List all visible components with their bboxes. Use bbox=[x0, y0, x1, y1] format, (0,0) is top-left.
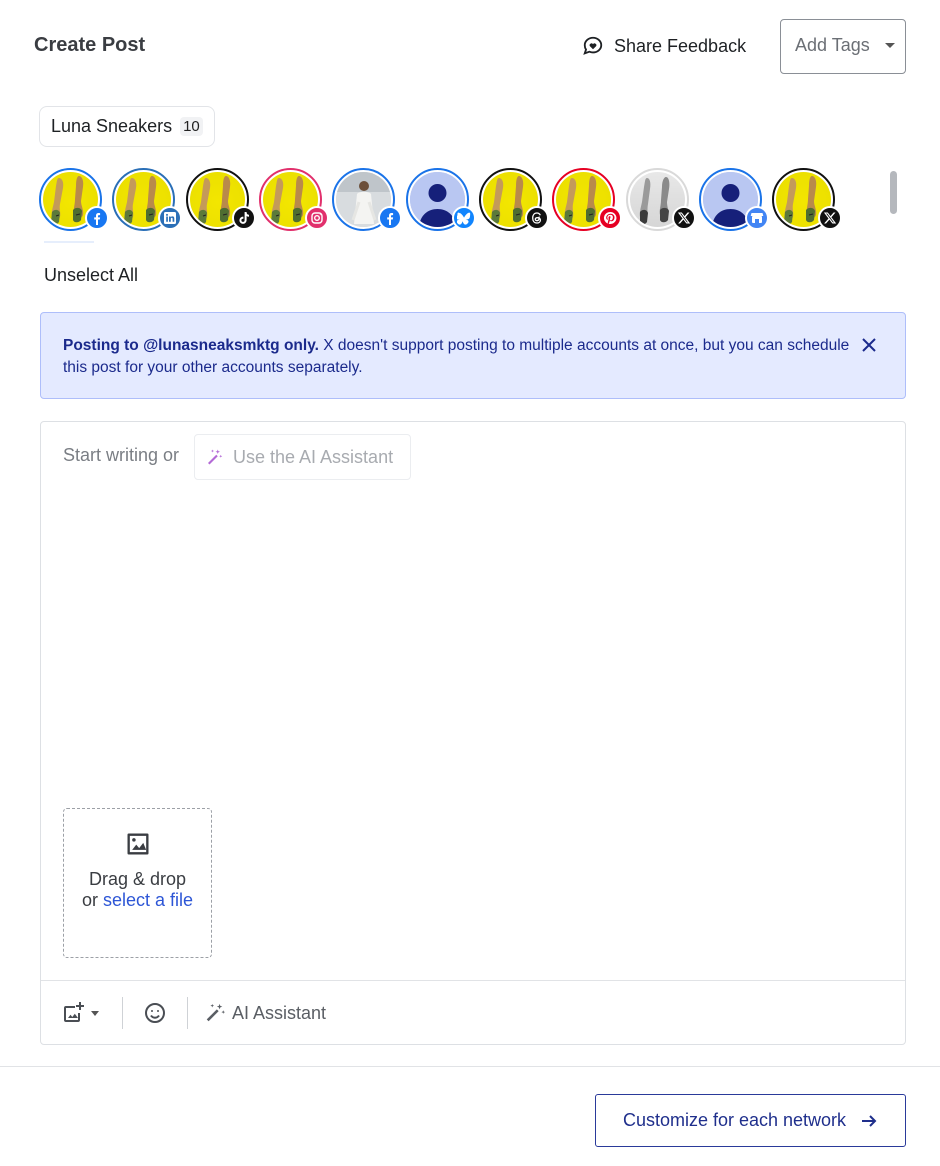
facebook-icon bbox=[378, 206, 402, 230]
notice-text: Posting to @lunasneaksmktg only. X doesn… bbox=[63, 335, 863, 379]
feedback-icon bbox=[583, 36, 603, 55]
account-avatar-instagram[interactable] bbox=[259, 168, 329, 231]
account-avatar-x[interactable] bbox=[772, 168, 842, 231]
notice-bold-text: Posting to @lunasneaksmktg only. bbox=[63, 337, 319, 354]
drop-line-1: Drag & drop bbox=[88, 869, 187, 889]
account-avatar-facebook[interactable] bbox=[332, 168, 402, 231]
emoji-icon[interactable] bbox=[143, 1001, 167, 1025]
unselect-all-button[interactable]: Unselect All bbox=[44, 265, 138, 286]
header: Create Post Share Feedback Add Tags bbox=[0, 0, 940, 95]
x-icon bbox=[818, 206, 842, 230]
instagram-icon bbox=[305, 206, 329, 230]
account-group-chip[interactable]: Luna Sneakers 10 bbox=[39, 106, 215, 147]
account-avatar-bluesky[interactable] bbox=[406, 168, 476, 231]
editor-placeholder: Start writing or bbox=[63, 445, 180, 465]
linkedin-icon bbox=[158, 206, 182, 230]
google-business-icon bbox=[745, 206, 769, 230]
add-tags-dropdown[interactable]: Add Tags bbox=[780, 19, 906, 74]
add-image-icon bbox=[64, 1002, 84, 1022]
tiktok-icon bbox=[232, 206, 256, 230]
media-caret-icon[interactable] bbox=[91, 1010, 99, 1016]
caret-down-icon bbox=[885, 43, 895, 48]
drop-line-2: or select a file bbox=[64, 890, 211, 911]
page-title: Create Post bbox=[34, 34, 146, 56]
avatar-list-scrollbar[interactable] bbox=[890, 171, 897, 214]
account-avatar-tiktok[interactable] bbox=[186, 168, 256, 231]
close-icon[interactable] bbox=[860, 336, 878, 354]
arrow-right-icon bbox=[862, 1114, 877, 1127]
threads-icon bbox=[525, 206, 549, 230]
x-posting-notice: Posting to @lunasneaksmktg only. X doesn… bbox=[40, 312, 906, 399]
magic-wand-icon bbox=[208, 449, 223, 465]
account-avatar-threads[interactable] bbox=[479, 168, 549, 231]
drop-or-text: or bbox=[81, 890, 103, 910]
image-icon bbox=[127, 833, 149, 855]
share-feedback-label: Share Feedback bbox=[614, 35, 747, 56]
x-icon bbox=[672, 206, 696, 230]
scroll-indicator bbox=[44, 241, 94, 243]
ai-chip-label: Use the AI Assistant bbox=[233, 446, 394, 467]
media-dropzone[interactable]: Drag & drop or select a file bbox=[63, 808, 212, 958]
group-count-badge: 10 bbox=[180, 117, 203, 136]
ai-assistant-button[interactable]: AI Assistant bbox=[204, 1001, 326, 1025]
share-feedback-button[interactable]: Share Feedback bbox=[582, 33, 746, 59]
select-file-link[interactable]: select a file bbox=[103, 890, 193, 910]
toolbar-divider bbox=[122, 997, 123, 1029]
use-ai-assistant-button[interactable]: Use the AI Assistant bbox=[194, 434, 411, 480]
customize-network-button[interactable]: Customize for each network bbox=[595, 1094, 906, 1147]
add-media-button[interactable] bbox=[61, 1001, 99, 1025]
group-name: Luna Sneakers bbox=[51, 116, 173, 136]
account-avatar-pinterest[interactable] bbox=[552, 168, 622, 231]
ai-assistant-label: AI Assistant bbox=[232, 1002, 327, 1023]
account-avatar-x[interactable] bbox=[626, 168, 696, 231]
toolbar-divider bbox=[187, 997, 188, 1029]
editor-toolbar: AI Assistant bbox=[41, 980, 905, 1045]
pinterest-icon bbox=[598, 206, 622, 230]
account-avatar-list bbox=[39, 168, 879, 234]
facebook-icon bbox=[85, 206, 109, 230]
account-avatar-facebook[interactable] bbox=[39, 168, 109, 231]
account-avatar-linkedin[interactable] bbox=[112, 168, 182, 231]
magic-wand-icon bbox=[206, 1003, 226, 1022]
footer-divider bbox=[0, 1066, 940, 1067]
account-avatar-google-business[interactable] bbox=[699, 168, 769, 231]
bluesky-icon bbox=[452, 206, 476, 230]
post-editor[interactable]: Start writing or Use the AI Assistant Dr… bbox=[40, 421, 906, 1045]
customize-label: Customize for each network bbox=[622, 1110, 847, 1130]
add-tags-label: Add Tags bbox=[795, 35, 870, 55]
